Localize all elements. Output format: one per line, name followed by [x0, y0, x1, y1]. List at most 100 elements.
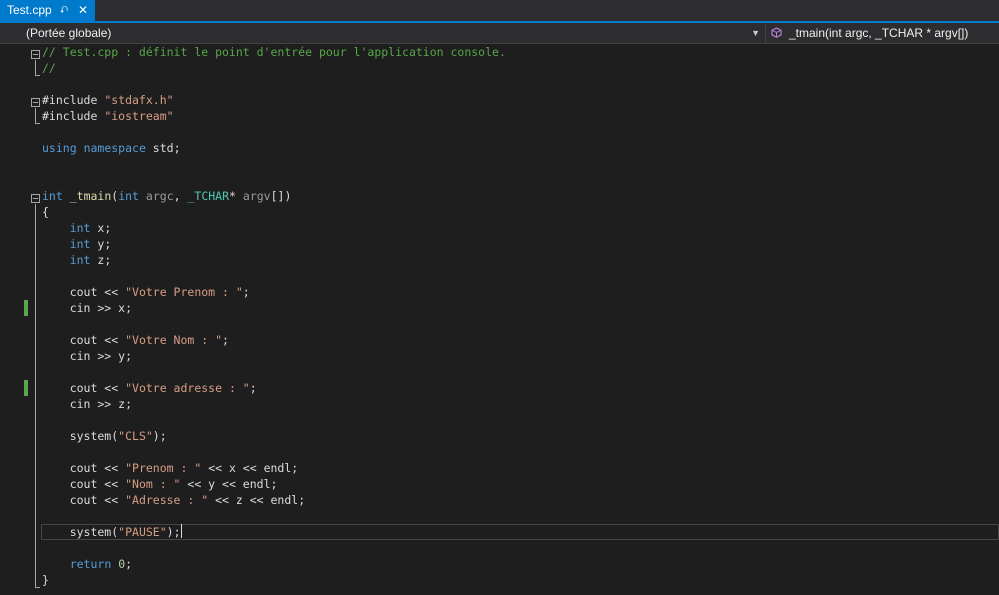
code-line[interactable]: return 0; — [0, 556, 999, 572]
scope-dropdown[interactable]: (Portée globale) ▼ — [0, 23, 766, 43]
code-line[interactable] — [0, 412, 999, 428]
code-token: _tmain — [69, 189, 112, 203]
code-line[interactable]: cin >> z; — [0, 396, 999, 412]
code-text: cout << "Votre Nom : "; — [42, 332, 229, 348]
code-token: * — [229, 189, 243, 203]
code-token: "Prenom : " — [125, 461, 202, 475]
code-token: { — [42, 205, 49, 219]
code-token: ); — [152, 429, 167, 443]
code-token: , — [173, 189, 188, 203]
code-line[interactable]: cout << "Adresse : " << z << endl; — [0, 492, 999, 508]
code-token: cout << — [42, 285, 126, 299]
code-text: cout << "Adresse : " << z << endl; — [42, 492, 305, 508]
code-line[interactable]: cout << "Votre adresse : "; — [0, 380, 999, 396]
code-token: int — [69, 253, 91, 267]
code-token: using — [42, 141, 77, 155]
code-token: #include — [42, 109, 105, 123]
code-token: cin >> z; — [42, 397, 133, 411]
code-token: ); — [166, 525, 181, 539]
code-token: argv — [242, 189, 271, 203]
code-line[interactable]: system("PAUSE"); — [0, 524, 999, 540]
code-line[interactable]: cout << "Nom : " << y << endl; — [0, 476, 999, 492]
code-line[interactable]: system("CLS"); — [0, 428, 999, 444]
code-text: system("PAUSE"); — [42, 524, 182, 540]
code-token: "Nom : " — [125, 477, 181, 491]
code-line[interactable] — [0, 508, 999, 524]
code-line[interactable] — [0, 76, 999, 92]
code-line[interactable]: { — [0, 204, 999, 220]
code-token: "Votre adresse : " — [125, 381, 250, 395]
code-editor[interactable]: // Test.cpp : définit le point d'entrée … — [0, 44, 999, 595]
code-line[interactable]: int x; — [0, 220, 999, 236]
code-line[interactable]: cout << "Votre Prenom : "; — [0, 284, 999, 300]
code-token: return — [69, 557, 112, 571]
close-icon[interactable]: ✕ — [78, 0, 88, 21]
code-line[interactable] — [0, 268, 999, 284]
function-cube-icon — [771, 27, 782, 38]
code-token: int — [69, 237, 91, 251]
chevron-down-icon: ▼ — [751, 28, 760, 38]
code-line[interactable]: #include "stdafx.h" — [0, 92, 999, 108]
code-text: // — [42, 60, 56, 76]
code-token: cout << — [42, 477, 126, 491]
code-token: "Votre Prenom : " — [125, 285, 243, 299]
code-token: "CLS" — [118, 429, 153, 443]
pin-icon[interactable]: ⮏ — [60, 0, 68, 21]
code-text: #include "stdafx.h" — [42, 92, 174, 108]
code-token: namespace — [83, 141, 146, 155]
code-token: "stdafx.h" — [104, 93, 174, 107]
code-line[interactable]: int y; — [0, 236, 999, 252]
code-line[interactable]: cout << "Prenom : " << x << endl; — [0, 460, 999, 476]
code-line[interactable]: // Test.cpp : définit le point d'entrée … — [0, 44, 999, 60]
code-line[interactable] — [0, 444, 999, 460]
code-token: ; — [249, 381, 257, 395]
member-label: _tmain(int argc, _TCHAR * argv[]) — [789, 26, 969, 40]
code-text: // Test.cpp : définit le point d'entrée … — [42, 44, 506, 60]
code-line[interactable]: #include "iostream" — [0, 108, 999, 124]
code-line[interactable] — [0, 124, 999, 140]
code-text: cout << "Votre adresse : "; — [42, 380, 257, 396]
code-line[interactable]: } — [0, 572, 999, 588]
code-line[interactable]: cin >> y; — [0, 348, 999, 364]
navigation-bar: (Portée globale) ▼ _tmain(int argc, _TCH… — [0, 23, 999, 44]
code-token: } — [42, 573, 49, 587]
code-line[interactable]: cout << "Votre Nom : "; — [0, 332, 999, 348]
code-token: cout << — [42, 381, 126, 395]
code-token: int — [42, 189, 63, 203]
code-text: cout << "Prenom : " << x << endl; — [42, 460, 299, 476]
code-line[interactable]: // — [0, 60, 999, 76]
code-token: "PAUSE" — [118, 525, 167, 539]
code-text: int z; — [42, 252, 112, 268]
tab-test-cpp[interactable]: Test.cpp ⮏ ✕ — [0, 0, 95, 21]
code-token: cin >> x; — [42, 301, 133, 315]
code-text: using namespace std; — [42, 140, 181, 156]
code-line[interactable] — [0, 364, 999, 380]
code-line[interactable]: int _tmain(int argc, _TCHAR* argv[]) — [0, 188, 999, 204]
code-line[interactable]: cin >> x; — [0, 300, 999, 316]
member-dropdown[interactable]: _tmain(int argc, _TCHAR * argv[]) — [767, 23, 999, 43]
code-text: cout << "Votre Prenom : "; — [42, 284, 250, 300]
code-text: cin >> y; — [42, 348, 132, 364]
code-text: } — [42, 572, 49, 588]
code-token: cout << — [42, 333, 126, 347]
code-line[interactable] — [0, 156, 999, 172]
code-line[interactable] — [0, 540, 999, 556]
code-text: cin >> x; — [42, 300, 132, 316]
code-text: int _tmain(int argc, _TCHAR* argv[]) — [42, 188, 291, 204]
text-caret — [180, 524, 182, 538]
code-line[interactable] — [0, 316, 999, 332]
tab-title: Test.cpp — [7, 3, 52, 17]
code-line[interactable] — [0, 172, 999, 188]
code-token: "Votre Nom : " — [125, 333, 223, 347]
code-token: "iostream" — [104, 109, 174, 123]
code-token: "Adresse : " — [125, 493, 209, 507]
code-token: // — [42, 61, 56, 75]
code-token: cin >> y; — [42, 349, 133, 363]
code-line[interactable]: using namespace std; — [0, 140, 999, 156]
code-line[interactable]: int z; — [0, 252, 999, 268]
